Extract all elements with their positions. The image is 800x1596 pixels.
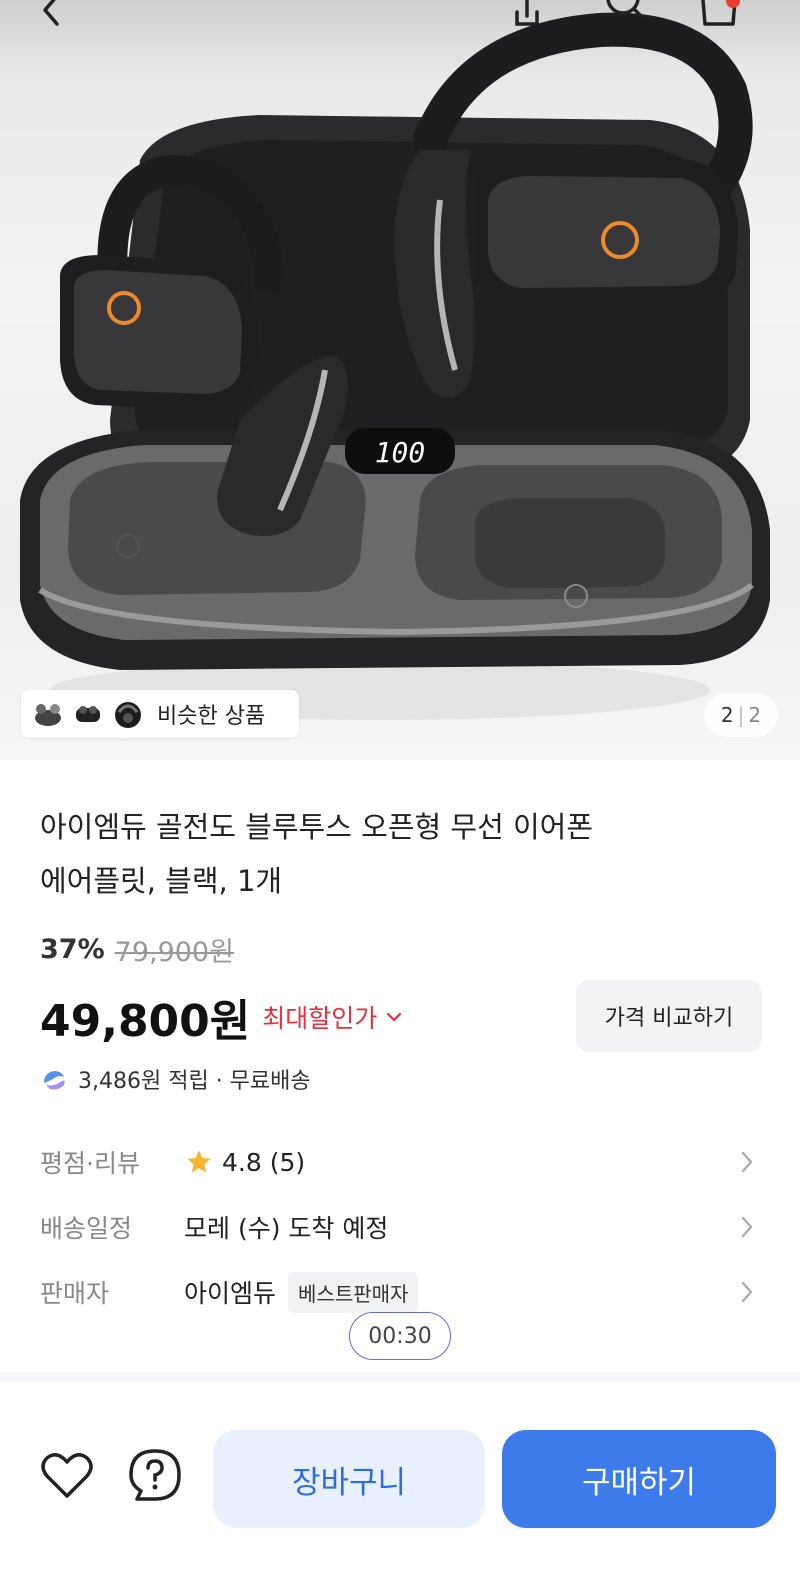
star-icon xyxy=(184,1148,214,1176)
question-bubble-icon xyxy=(127,1447,183,1507)
bottom-action-bar: 장바구니 구매하기 xyxy=(0,1382,800,1596)
back-icon[interactable] xyxy=(26,0,76,32)
similar-product-thumbnail xyxy=(111,697,145,731)
heart-icon xyxy=(39,1450,95,1504)
rating-review-row[interactable]: 평점·리뷰 4.8 (5) xyxy=(40,1137,760,1187)
seller-name: 아이엠듀 xyxy=(184,1279,277,1308)
page-total: 2 xyxy=(748,703,762,727)
seller-row[interactable]: 판매자 아이엠듀 베스트판매자 xyxy=(40,1267,760,1317)
similar-product-thumbnail xyxy=(71,697,105,731)
case-display-text: 100 xyxy=(375,436,426,469)
original-price: 79,900원 xyxy=(114,937,234,968)
price-row: 49,800원 최대할인가 xyxy=(40,985,403,1049)
image-page-indicator: 2 | 2 xyxy=(704,693,778,737)
section-divider xyxy=(0,1372,800,1382)
add-to-cart-button[interactable]: 장바구니 xyxy=(213,1430,485,1528)
reward-text: 3,486원 적립 · 무료배송 xyxy=(78,1069,311,1094)
inquiry-button[interactable] xyxy=(125,1447,185,1507)
seller-label: 판매자 xyxy=(40,1279,110,1308)
product-image-gallery[interactable]: 100 비슷한 상품 2 | 2 xyxy=(0,0,800,760)
page-separator: | xyxy=(737,703,745,727)
discount-row: 37% 79,900원 xyxy=(40,930,234,969)
rating-review-label: 평점·리뷰 xyxy=(40,1149,140,1178)
chevron-down-icon[interactable] xyxy=(385,1011,403,1023)
page-current: 2 xyxy=(720,703,734,727)
reward-shipping-row: 3,486원 적립 · 무료배송 xyxy=(40,1063,311,1095)
best-seller-badge: 베스트판매자 xyxy=(288,1271,419,1313)
chevron-right-icon[interactable] xyxy=(740,1150,754,1174)
search-icon[interactable] xyxy=(598,0,648,32)
max-discount-label[interactable]: 최대할인가 xyxy=(262,999,377,1035)
similar-products-label: 비슷한 상품 xyxy=(157,704,266,729)
chevron-right-icon[interactable] xyxy=(740,1215,754,1239)
chevron-right-icon[interactable] xyxy=(740,1280,754,1304)
sale-price: 49,800원 xyxy=(40,996,251,1047)
product-title: 아이엠듀 골전도 블루투스 오픈형 무선 이어폰 에어플릿, 블랙, 1개 xyxy=(40,800,720,908)
similar-product-thumbnail xyxy=(31,697,65,731)
product-image: 100 xyxy=(20,12,770,720)
wishlist-button[interactable] xyxy=(37,1447,97,1507)
similar-products-button[interactable]: 비슷한 상품 xyxy=(21,690,299,738)
product-title-line-2: 에어플릿, 블랙, 1개 xyxy=(40,864,283,898)
product-title-line-1: 아이엠듀 골전도 블루투스 오픈형 무선 이어폰 xyxy=(40,810,594,844)
reward-point-icon xyxy=(40,1067,68,1091)
delivery-label: 배송일정 xyxy=(40,1214,133,1243)
share-icon[interactable] xyxy=(502,0,552,32)
buy-now-button[interactable]: 구매하기 xyxy=(502,1430,776,1528)
delivery-schedule-row[interactable]: 배송일정 모레 (수) 도착 예정 xyxy=(40,1202,760,1252)
discount-percent: 37% xyxy=(40,934,105,965)
delivery-value: 모레 (수) 도착 예정 xyxy=(184,1214,389,1243)
price-compare-button[interactable]: 가격 비교하기 xyxy=(576,980,762,1052)
rating-value: 4.8 (5) xyxy=(222,1147,306,1177)
countdown-timer: 00:30 xyxy=(349,1312,451,1360)
cart-icon[interactable] xyxy=(694,0,744,32)
